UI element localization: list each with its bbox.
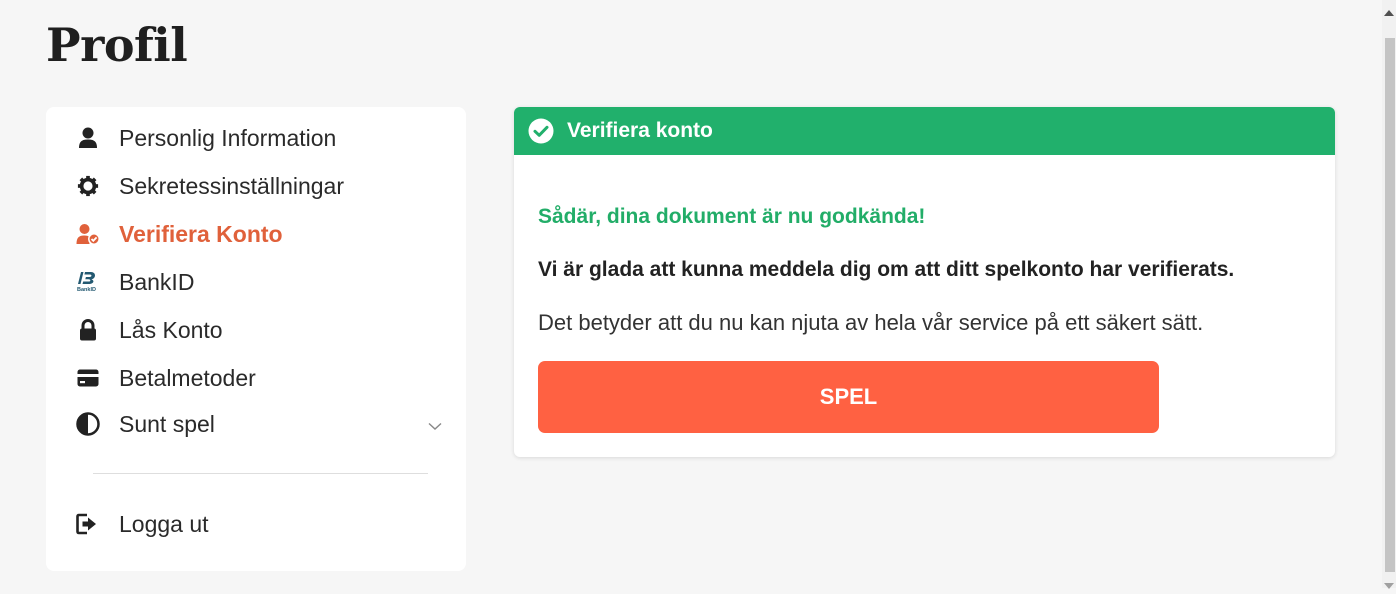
sidebar-item-label: Verifiera Konto [119,220,283,247]
user-verified-icon [76,222,100,246]
sidebar-item-label: Sekretessinställningar [119,172,345,199]
sidebar-item-sekretessinstallningar[interactable]: Sekretessinställningar [46,166,466,206]
profile-sidebar: Personlig Information Sekretessinställni… [46,107,466,571]
sidebar-item-bankid[interactable]: BankID BankID [46,262,466,302]
sidebar-item-label: Logga ut [119,510,209,537]
bankid-logo-text: BankID [77,287,96,293]
gear-icon [76,174,100,198]
scroll-up-arrow-icon[interactable] [1384,3,1394,21]
lock-icon [76,318,100,342]
sidebar-item-label: Lås Konto [119,316,223,343]
page-title: Profil [46,18,188,72]
chevron-down-icon[interactable] [428,418,442,436]
sidebar-item-label: Sunt spel [119,410,215,437]
success-message: Sådär, dina dokument är nu godkända! [538,205,926,228]
page-scrollbar[interactable] [1382,0,1396,589]
scrollbar-thumb[interactable] [1385,38,1395,572]
sidebar-item-personlig-information[interactable]: Personlig Information [46,118,466,158]
card-header: Verifiera konto [514,107,1335,155]
credit-card-icon [76,366,100,390]
sidebar-item-label: Betalmetoder [119,364,256,391]
card-title: Verifiera konto [567,119,713,142]
verification-headline: Vi är glada att kunna meddela dig om att… [538,258,1235,281]
sidebar-item-label: Personlig Information [119,124,337,151]
sidebar-item-label: BankID [119,268,195,295]
sidebar-divider [93,473,428,474]
check-circle-icon [528,118,554,144]
sidebar-item-logga-ut[interactable]: Logga ut [46,504,466,544]
sidebar-item-betalmetoder[interactable]: Betalmetoder [46,358,466,398]
sidebar-item-sunt-spel[interactable]: Sunt spel [46,404,466,444]
verification-body: Det betyder att du nu kan njuta av hela … [538,310,1204,335]
user-icon [76,126,100,150]
half-circle-icon [76,412,100,436]
sign-out-icon [76,512,100,536]
sidebar-item-las-konto[interactable]: Lås Konto [46,310,466,350]
scroll-down-arrow-icon[interactable] [1384,576,1394,594]
bankid-icon: BankID [76,270,100,294]
verification-card: Verifiera konto Sådär, dina dokument är … [514,107,1335,457]
sidebar-item-verifiera-konto[interactable]: Verifiera Konto [46,214,466,254]
play-button[interactable]: SPEL [538,361,1159,433]
